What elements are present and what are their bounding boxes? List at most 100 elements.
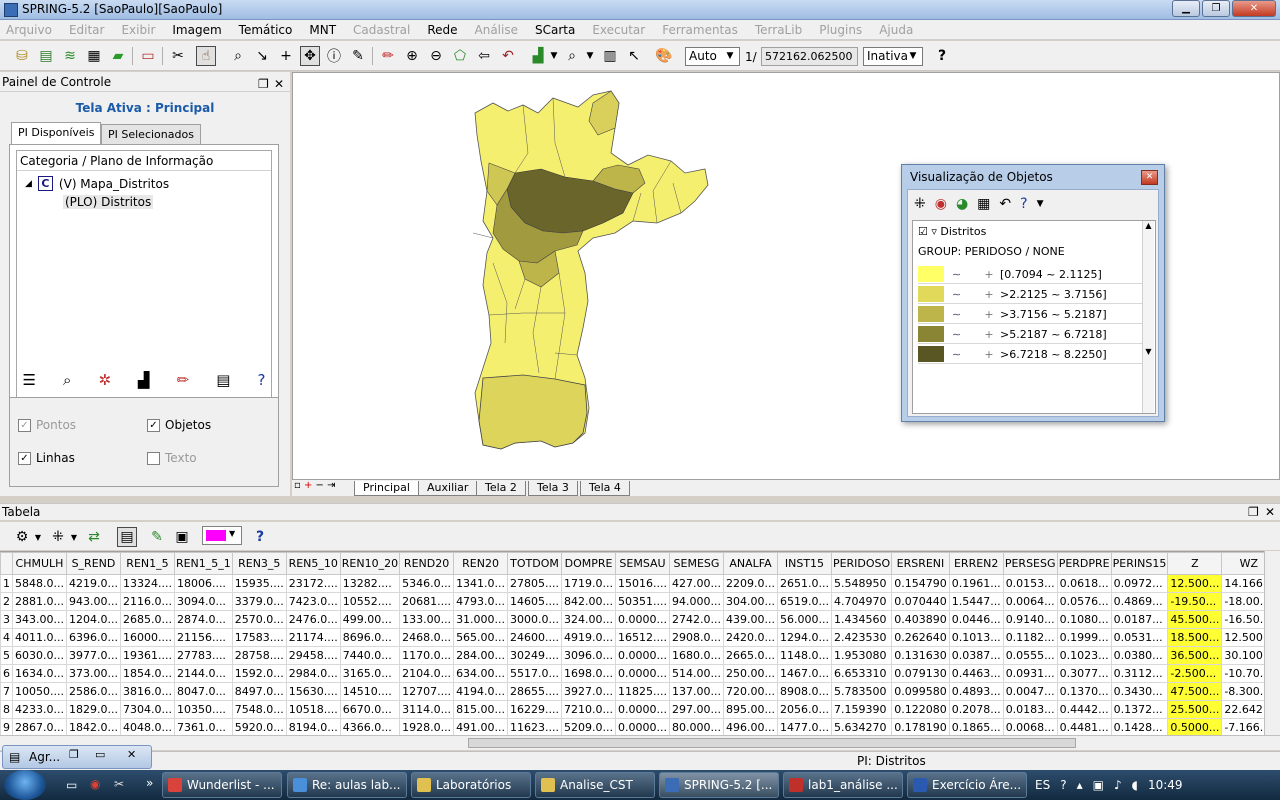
restore-icon[interactable]: ❐	[69, 748, 79, 761]
legend-layer[interactable]: ☑ ▿ Distritos	[918, 225, 986, 238]
ruler-icon[interactable]: ▥	[600, 46, 620, 66]
table-cell[interactable]: 2144.0...	[173, 664, 233, 683]
table-cell[interactable]: 0.0446...	[948, 610, 1004, 629]
table-cell[interactable]: 18006....	[173, 574, 233, 593]
table-cell[interactable]: 2420.0...	[722, 628, 778, 647]
table-cell[interactable]: 6670.0...	[339, 700, 401, 719]
table-cell[interactable]: 36.500...	[1167, 646, 1223, 665]
table-cell[interactable]: -18.00...	[1221, 592, 1264, 611]
tool-icon[interactable]: ✂	[114, 777, 124, 791]
taskbar-item[interactable]: lab1_análise ...	[783, 772, 903, 798]
table-cell[interactable]: 1148.0...	[776, 646, 832, 665]
zoom-in-icon[interactable]: ⊕	[402, 46, 422, 66]
table-cell[interactable]: 12.500...	[1167, 574, 1223, 593]
table-cell[interactable]: 10518....	[285, 700, 341, 719]
database-icon[interactable]: ⛁	[12, 46, 32, 66]
table-cell[interactable]: 2476.0...	[285, 610, 341, 629]
column-header[interactable]: INST15	[776, 552, 832, 575]
table-cell[interactable]: 0.070440	[891, 592, 950, 611]
column-header[interactable]: TOTDOM	[507, 552, 563, 575]
table-cell[interactable]: 0.099580	[891, 682, 950, 701]
table-cell[interactable]: 499.00...	[339, 610, 401, 629]
tab-pi-selecionados[interactable]: PI Selecionados	[101, 124, 201, 144]
palette-icon[interactable]: 🎨	[654, 46, 674, 66]
taskbar-item[interactable]: Analise_CST	[535, 772, 655, 798]
table-cell[interactable]: 6030.0...	[12, 646, 67, 665]
table-cell[interactable]: 2116.0...	[119, 592, 175, 611]
table-cell[interactable]: 0.4893...	[948, 682, 1004, 701]
close-icon[interactable]: ✕	[274, 74, 284, 94]
table-cell[interactable]: 10050....	[12, 682, 67, 701]
column-header[interactable]: REND20	[399, 552, 455, 575]
table-cell[interactable]: 0.0555...	[1002, 646, 1058, 665]
help-icon[interactable]: ?	[250, 527, 270, 547]
print-icon[interactable]: ▣	[172, 527, 192, 547]
table-cell[interactable]: 3096.0...	[561, 646, 617, 665]
table-cell[interactable]: 6.653310	[830, 664, 893, 683]
column-header[interactable]: ANALFA	[722, 552, 778, 575]
table-cell[interactable]: 16000....	[119, 628, 175, 647]
table-cell[interactable]: 8047.0...	[173, 682, 233, 701]
tree-category[interactable]: ◢ C (V) Mapa_Distritos	[25, 176, 169, 191]
table-cell[interactable]: 0.1080...	[1056, 610, 1112, 629]
hscroll-thumb[interactable]	[468, 738, 1076, 748]
table-cell[interactable]: 0.122080	[891, 700, 950, 719]
table-cell[interactable]: 0.2078...	[948, 700, 1004, 719]
undo-icon[interactable]: ↶	[498, 46, 518, 66]
start-button[interactable]	[4, 770, 46, 800]
table-cell[interactable]: 1341.0...	[453, 574, 509, 593]
color-icon[interactable]: ◉	[935, 196, 947, 212]
table-cell[interactable]: 0.131630	[891, 646, 950, 665]
table-cell[interactable]: 0.1999...	[1056, 628, 1112, 647]
table-cell[interactable]: 137.00...	[669, 682, 724, 701]
table-row[interactable]: 9 2867.0... 1842.0... 4048.0... 7361.0... 592…	[0, 718, 1264, 735]
menu-item-11[interactable]: Ferramentas	[662, 23, 738, 37]
table-cell[interactable]: 565.00...	[453, 628, 509, 647]
table-cell[interactable]: 0.4481...	[1056, 718, 1112, 735]
polygon-icon[interactable]: ▰	[108, 46, 128, 66]
legend-scrollbar[interactable]: ▲ ▼	[1142, 221, 1154, 413]
table-row[interactable]: 7 10050.... 2586.0... 3816.0... 8047.0... 849…	[0, 682, 1264, 701]
speaker-icon[interactable]: ◖	[1132, 778, 1138, 792]
table-cell[interactable]: -8.300...	[1221, 682, 1264, 701]
table-cell[interactable]: 373.00...	[65, 664, 121, 683]
table-cell[interactable]: 10552....	[339, 592, 401, 611]
table-cell[interactable]: 80.000...	[669, 718, 724, 735]
table-cell[interactable]: 1477.0...	[776, 718, 832, 735]
table-cell[interactable]: 94.000...	[669, 592, 724, 611]
table-cell[interactable]: 514.00...	[669, 664, 724, 683]
project-icon[interactable]: ▤	[36, 46, 56, 66]
table-cell[interactable]: 22.642...	[1221, 700, 1264, 719]
table-cell[interactable]: 2742.0...	[669, 610, 724, 629]
table-cell[interactable]: 0.9140...	[1002, 610, 1058, 629]
column-header[interactable]: SEMSAU	[615, 552, 670, 575]
table-cell[interactable]: 0.0000...	[615, 664, 670, 683]
column-header[interactable]: REN1_5_1	[173, 552, 233, 575]
table-cell[interactable]: 1170.0...	[399, 646, 455, 665]
table-cell[interactable]: 1467.0...	[776, 664, 832, 683]
tab-tela-2[interactable]: Tela 2	[476, 481, 526, 496]
column-header[interactable]: PERDPRE	[1056, 552, 1112, 575]
help-icon[interactable]: ?	[932, 46, 952, 66]
table-view-icon[interactable]: ▤	[117, 527, 137, 547]
table-cell[interactable]: 2685.0...	[119, 610, 175, 629]
table-cell[interactable]: 324.00...	[561, 610, 617, 629]
help-icon[interactable]: ?	[1020, 196, 1027, 212]
table-cell[interactable]: 8497.0...	[231, 682, 287, 701]
table-cell[interactable]: 4.704970	[830, 592, 893, 611]
tab-tela-3[interactable]: Tela 3	[528, 481, 578, 496]
table-cell[interactable]: 2586.0...	[65, 682, 121, 701]
table-cell[interactable]: 427.00...	[669, 574, 724, 593]
cut-icon[interactable]: ✂	[168, 46, 188, 66]
menu-item-12[interactable]: TerraLib	[755, 23, 802, 37]
table-cell[interactable]: 2570.0...	[231, 610, 287, 629]
table-cell[interactable]: 6519.0...	[776, 592, 832, 611]
table-cell[interactable]: 1680.0...	[669, 646, 724, 665]
chevron-down-icon[interactable]: ▼	[544, 46, 564, 66]
table-row[interactable]: 4 4011.0... 6396.0... 16000.... 21156.... 175…	[0, 628, 1264, 647]
column-header[interactable]: REN20	[453, 552, 509, 575]
table-cell[interactable]: 19361....	[119, 646, 175, 665]
legend-class-row[interactable]: ∼ + >5.2187 ~ 6.7218]	[918, 325, 1146, 344]
table-cell[interactable]: 3094.0...	[173, 592, 233, 611]
table-cell[interactable]: 0.4463...	[948, 664, 1004, 683]
